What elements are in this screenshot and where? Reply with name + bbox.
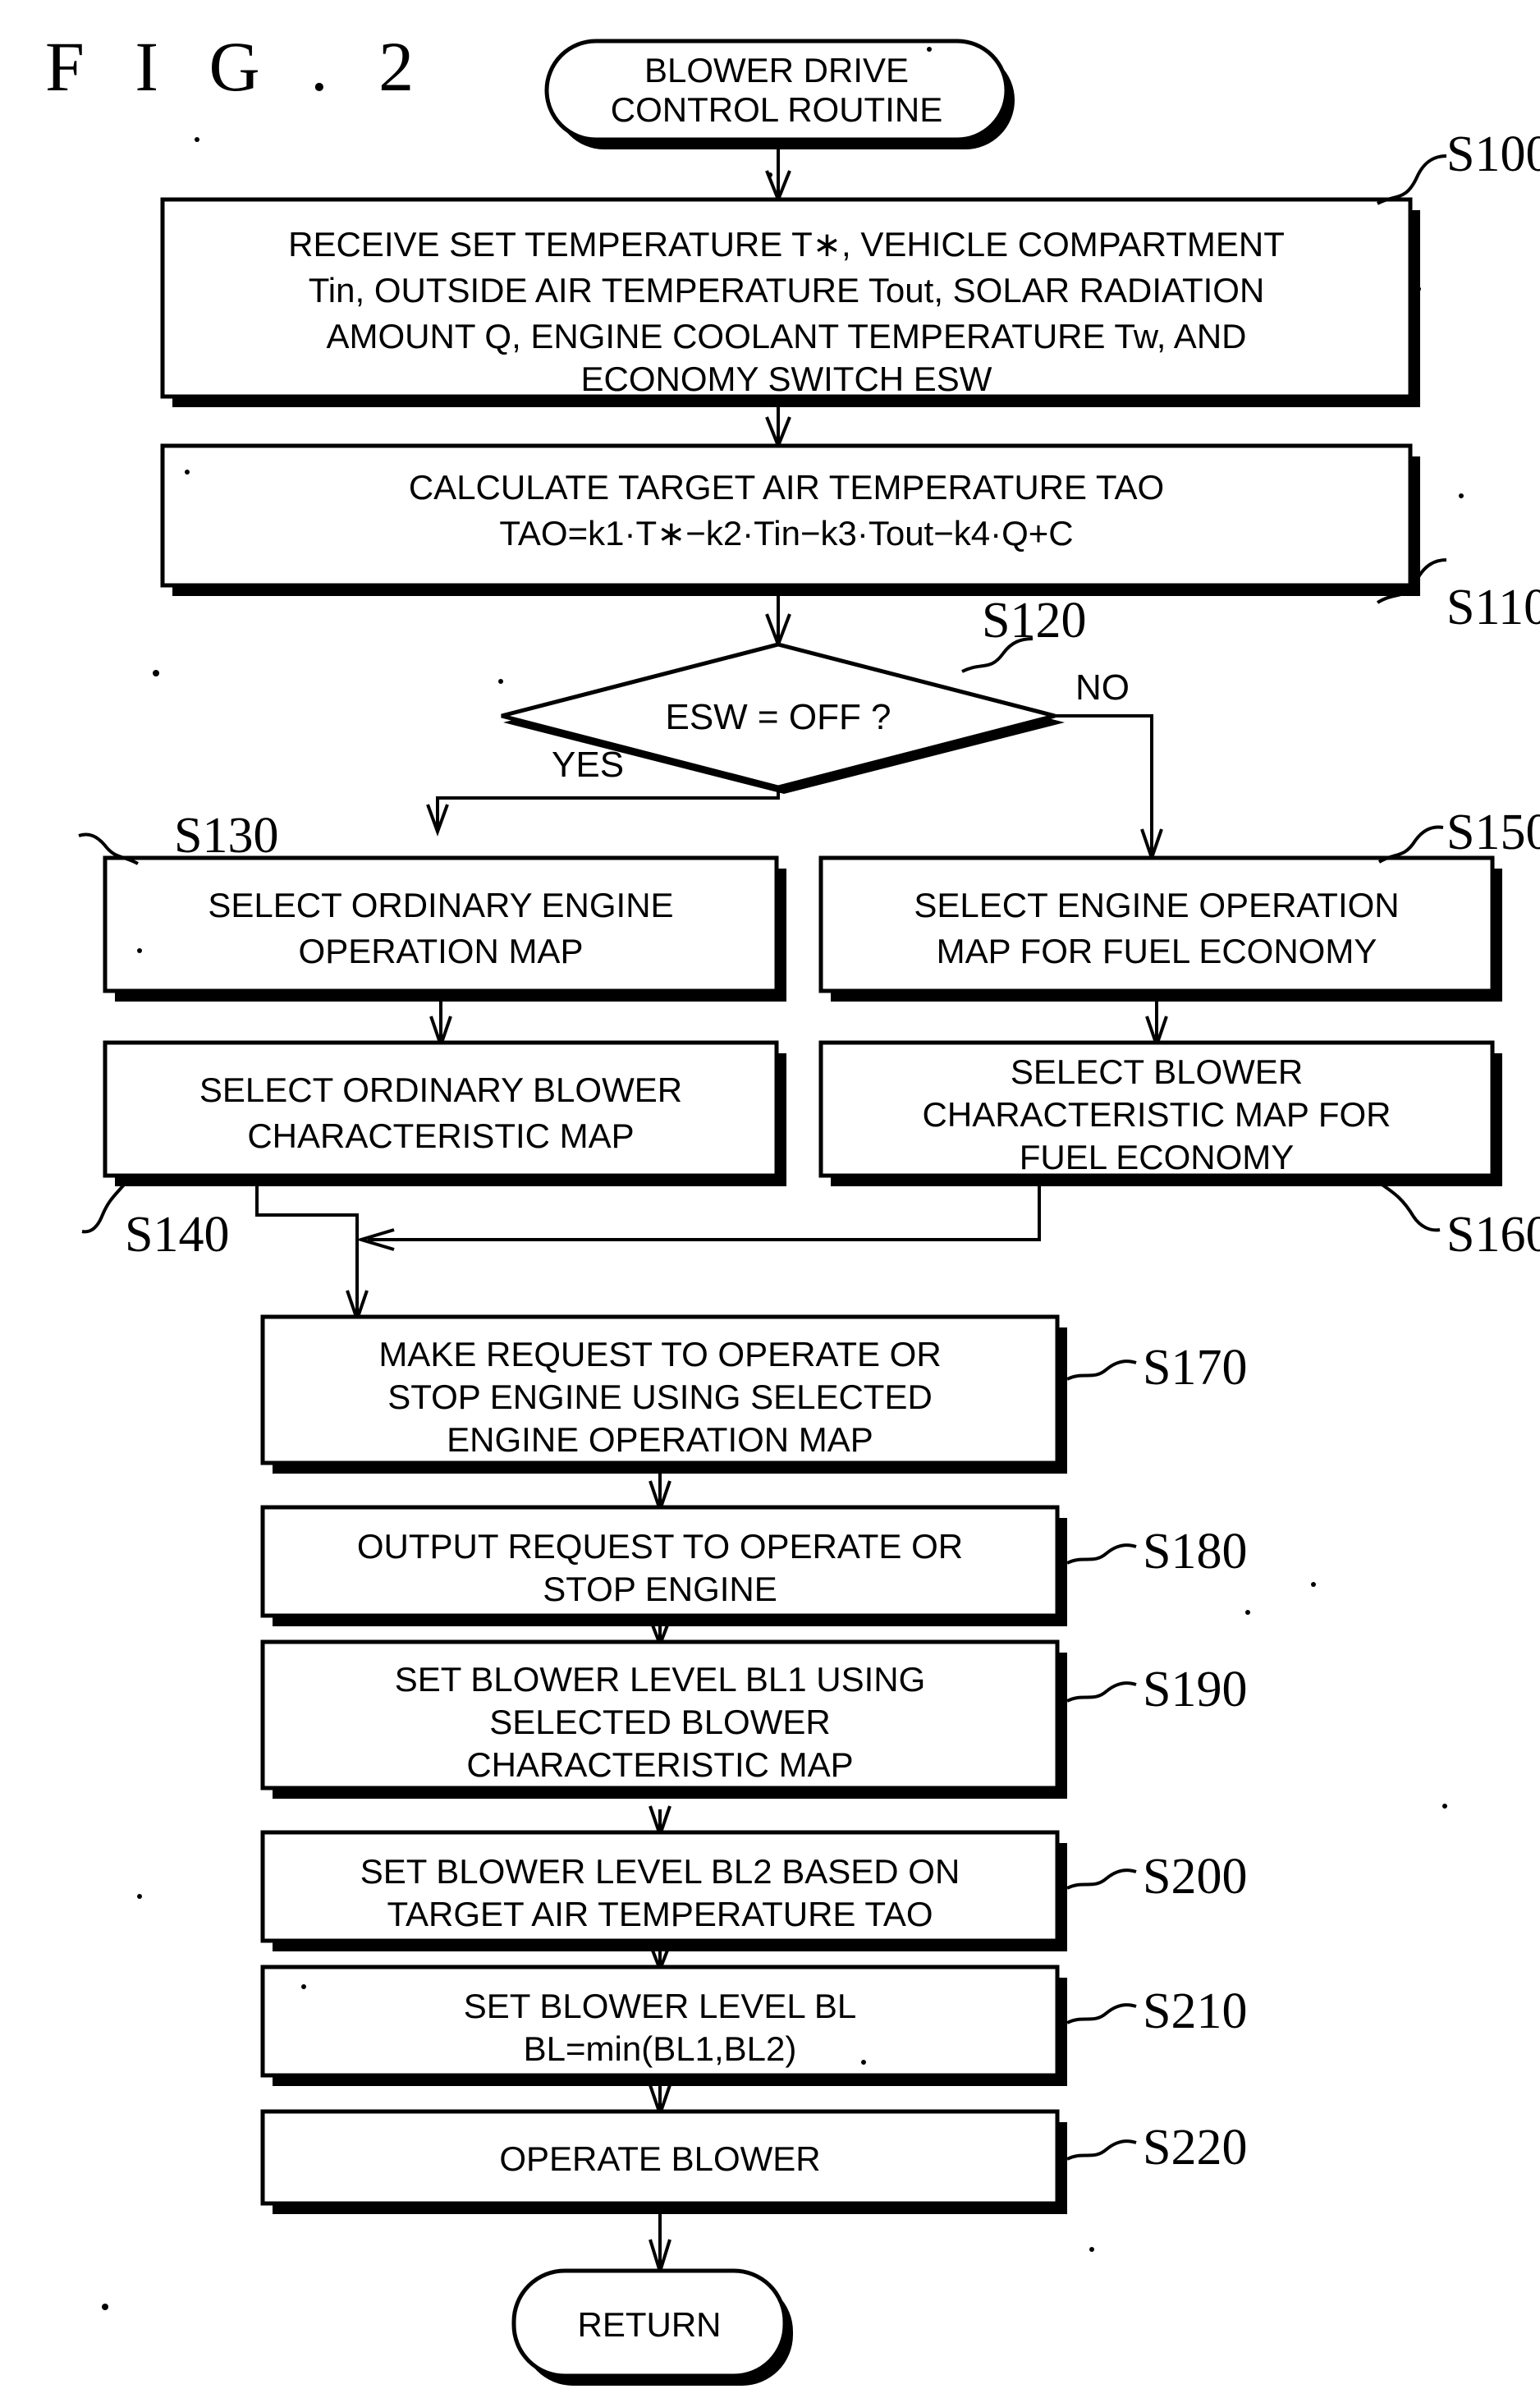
start-terminator-line-1: BLOWER DRIVE [644, 51, 909, 89]
s100-line-4: ECONOMY SWITCH ESW [581, 360, 992, 398]
s110-line-1: CALCULATE TARGET AIR TEMPERATURE TAO [409, 468, 1164, 507]
s190-line-2: SELECTED BLOWER [489, 1703, 830, 1741]
s140-line-2: CHARACTERISTIC MAP [247, 1116, 634, 1155]
s100-line-1: RECEIVE SET TEMPERATURE T∗, VEHICLE COMP… [288, 225, 1285, 264]
s160-line-1: SELECT BLOWER [1011, 1052, 1303, 1091]
s140-line-1: SELECT ORDINARY BLOWER [199, 1071, 682, 1109]
scan-speck [1311, 1582, 1316, 1587]
process-box-s190: SET BLOWER LEVEL BL1 USING SELECTED BLOW… [260, 1639, 1067, 1799]
s170-line-3: ENGINE OPERATION MAP [447, 1420, 873, 1459]
branch-label-no: NO [1075, 667, 1130, 708]
s130-line-1: SELECT ORDINARY ENGINE [208, 886, 673, 924]
leader-s200 [1066, 1868, 1137, 1890]
step-label-s150: S150 [1446, 805, 1540, 860]
s100-line-3: AMOUNT Q, ENGINE COOLANT TEMPERATURE Tw,… [327, 317, 1247, 355]
s170-line-2: STOP ENGINE USING SELECTED [387, 1378, 933, 1416]
process-box-s180: OUTPUT REQUEST TO OPERATE OR STOP ENGINE [260, 1505, 1067, 1626]
scan-speck [195, 137, 199, 142]
step-label-s220: S220 [1143, 2120, 1247, 2176]
step-label-s140: S140 [125, 1207, 229, 1263]
step-label-s120: S120 [982, 593, 1086, 649]
process-box-s160: SELECT BLOWER CHARACTERISTIC MAP FOR FUE… [818, 1040, 1502, 1186]
connector-yes-to-s130 [426, 787, 780, 837]
s210-line-2: BL=min(BL1,BL2) [524, 2029, 797, 2068]
leader-s100 [1377, 154, 1447, 205]
scan-speck [301, 1984, 306, 1989]
process-box-s130: SELECT ORDINARY ENGINE OPERATION MAP [103, 855, 786, 1002]
process-box-s170: MAKE REQUEST TO OPERATE OR STOP ENGINE U… [260, 1314, 1067, 1474]
scan-speck [1416, 287, 1421, 291]
s180-line-1: OUTPUT REQUEST TO OPERATE OR [357, 1527, 963, 1566]
s160-line-3: FUEL ECONOMY [1020, 1138, 1294, 1176]
s100-line-2: Tin, OUTSIDE AIR TEMPERATURE Tout, SOLAR… [309, 271, 1265, 309]
scan-speck [185, 470, 190, 475]
branch-label-yes: YES [552, 745, 624, 785]
step-label-s210: S210 [1143, 1983, 1247, 2039]
leader-s210 [1066, 2003, 1137, 2024]
process-box-s200: SET BLOWER LEVEL BL2 BASED ON TARGET AIR… [260, 1830, 1067, 1951]
end-terminator-label: RETURN [578, 2305, 722, 2344]
start-terminator: BLOWER DRIVE CONTROL ROUTINE [544, 39, 1015, 149]
s180-line-2: STOP ENGINE [543, 1570, 777, 1608]
process-box-s100: RECEIVE SET TEMPERATURE T∗, VEHICLE COMP… [160, 197, 1420, 407]
scan-speck [1459, 493, 1464, 498]
s150-line-1: SELECT ENGINE OPERATION [914, 886, 1399, 924]
connector-s170-to-s180 [649, 1474, 671, 1515]
connector-s110-to-s120 [765, 596, 791, 649]
process-box-s110: CALCULATE TARGET AIR TEMPERATURE TAO TAO… [160, 443, 1420, 596]
scan-speck [137, 948, 142, 953]
step-label-s110: S110 [1446, 580, 1540, 635]
s200-line-2: TARGET AIR TEMPERATURE TAO [387, 1895, 933, 1933]
connector-merge-to-s170 [255, 1185, 1041, 1325]
leader-s170 [1066, 1359, 1137, 1381]
connector-s220-to-return [649, 2214, 671, 2277]
s190-line-3: CHARACTERISTIC MAP [466, 1745, 853, 1784]
scan-speck [137, 1894, 142, 1899]
leader-s160 [1379, 1182, 1441, 1232]
scan-speck [1089, 2247, 1094, 2252]
step-label-s200: S200 [1143, 1849, 1247, 1905]
process-box-s220: OPERATE BLOWER [260, 2109, 1067, 2214]
leader-s140 [81, 1182, 126, 1234]
connector-s150-to-s160 [1145, 1002, 1168, 1051]
scan-speck [498, 679, 503, 684]
step-label-s190: S190 [1143, 1662, 1247, 1717]
scan-speck [768, 172, 772, 177]
s190-line-1: SET BLOWER LEVEL BL1 USING [395, 1660, 926, 1699]
leader-s190 [1066, 1681, 1137, 1703]
step-label-s130: S130 [174, 808, 278, 864]
process-box-s150: SELECT ENGINE OPERATION MAP FOR FUEL ECO… [818, 855, 1502, 1002]
s170-line-1: MAKE REQUEST TO OPERATE OR [378, 1335, 941, 1373]
s210-line-1: SET BLOWER LEVEL BL [464, 1987, 857, 2025]
end-terminator: RETURN [511, 2268, 793, 2386]
scan-speck [102, 2304, 108, 2310]
s160-line-2: CHARACTERISTIC MAP FOR [923, 1095, 1391, 1134]
step-label-s100: S100 [1446, 126, 1540, 182]
scan-speck [927, 47, 932, 52]
s200-line-1: SET BLOWER LEVEL BL2 BASED ON [360, 1852, 960, 1891]
step-label-s180: S180 [1143, 1524, 1247, 1580]
scan-speck [1245, 1610, 1250, 1615]
connector-s100-to-s110 [765, 407, 791, 451]
s110-line-2: TAO=k1·T∗−k2·Tin−k3·Tout−k4·Q+C [499, 514, 1073, 553]
scan-speck [1442, 1804, 1447, 1809]
step-label-s170: S170 [1143, 1340, 1247, 1396]
connector-s130-to-s140 [429, 1002, 452, 1051]
flowchart-diagram: F I G . 2 BLOWER DRIVE CONTROL ROUTINE R… [45, 27, 1540, 2386]
process-box-s140: SELECT ORDINARY BLOWER CHARACTERISTIC MA… [103, 1040, 786, 1186]
start-terminator-line-2: CONTROL ROUTINE [611, 90, 942, 129]
patent-figure-page: F I G . 2 BLOWER DRIVE CONTROL ROUTINE R… [0, 0, 1540, 2398]
step-label-s160: S160 [1446, 1207, 1540, 1263]
figure-title: F I G . 2 [45, 27, 430, 106]
process-box-s210: SET BLOWER LEVEL BL BL=min(BL1,BL2) [260, 1965, 1067, 2086]
decision-text: ESW = OFF ? [665, 697, 891, 737]
scan-speck [861, 2060, 866, 2065]
s150-line-2: MAP FOR FUEL ECONOMY [937, 932, 1377, 970]
s130-line-2: OPERATION MAP [299, 932, 584, 970]
connector-no-to-s150 [1055, 714, 1163, 864]
s220-line-1: OPERATE BLOWER [499, 2139, 820, 2178]
leader-s220 [1066, 2139, 1137, 2161]
scan-speck [153, 670, 159, 676]
leader-s180 [1066, 1543, 1137, 1565]
